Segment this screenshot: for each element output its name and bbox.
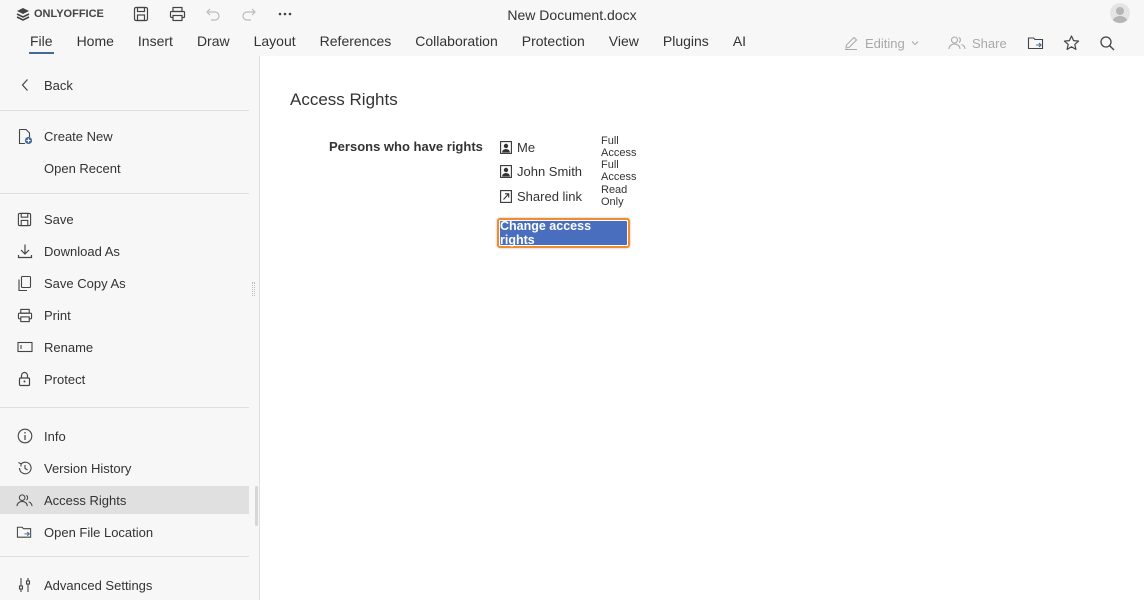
sidebar-item-label: Version History <box>44 460 132 476</box>
editing-mode-button[interactable]: Editing <box>843 32 919 54</box>
app-logo: ONLYOFFICE <box>16 6 104 22</box>
lock-icon <box>16 371 33 388</box>
sidebar-item-label: Rename <box>44 339 94 355</box>
sidebar-divider <box>0 193 249 194</box>
sidebar-scrollbar[interactable] <box>255 486 258 526</box>
persons-label: Persons who have rights <box>329 139 483 154</box>
change-access-rights-label: Change access rights <box>500 219 627 247</box>
chevron-down-icon <box>911 41 919 46</box>
tab-protection[interactable]: Protection <box>510 32 597 54</box>
print-icon <box>16 307 33 324</box>
menu-tabs: File Home Insert Draw Layout References … <box>18 32 758 54</box>
tab-insert[interactable]: Insert <box>126 32 185 54</box>
editing-label: Editing <box>865 35 905 51</box>
sidebar-divider <box>0 556 249 557</box>
sliders-icon <box>16 577 33 594</box>
rights-person-name: Me <box>517 139 536 155</box>
rights-person-name: Shared link <box>517 188 583 204</box>
sidebar-item-save[interactable]: Save <box>0 205 249 233</box>
onlyoffice-logo-icon <box>16 8 30 21</box>
more-icon[interactable] <box>274 3 296 25</box>
page-title: Access Rights <box>290 90 398 109</box>
sidebar-item-advanced-settings[interactable]: Advanced Settings <box>0 571 249 599</box>
sidebar-item-create-new[interactable]: Create New <box>0 122 249 150</box>
redo-icon[interactable] <box>238 3 260 25</box>
folder-open-icon <box>16 524 33 541</box>
sidebar-item-label: Open File Location <box>44 524 154 540</box>
sidebar-item-label: Save <box>44 211 74 227</box>
sidebar-item-access-rights[interactable]: Access Rights <box>0 486 249 514</box>
app-header: ONLYOFFICE New Document.docx File Home I… <box>0 0 1144 56</box>
sidebar-divider <box>0 110 249 111</box>
save-icon <box>16 211 33 228</box>
save-icon[interactable] <box>130 3 152 25</box>
history-icon <box>16 460 33 477</box>
sidebar-item-label: Advanced Settings <box>44 577 153 593</box>
open-location-icon[interactable] <box>1027 32 1045 54</box>
sidebar-resize-handle[interactable] <box>252 282 255 296</box>
pencil-icon <box>845 36 858 50</box>
sidebar-item-label: Info <box>44 428 66 444</box>
sidebar-item-label: Back <box>44 77 73 93</box>
rights-access-level: Full Access <box>601 135 637 159</box>
sidebar-item-download-as[interactable]: Download As <box>0 237 249 265</box>
tab-references[interactable]: References <box>308 32 404 54</box>
chevron-left-icon <box>16 77 33 94</box>
sidebar-item-label: Download As <box>44 243 120 259</box>
sidebar-item-open-recent[interactable]: Open Recent <box>0 154 249 182</box>
sidebar-item-print[interactable]: Print <box>0 301 249 329</box>
rename-icon <box>16 339 33 356</box>
rights-row: John Smith Full Access <box>500 159 636 183</box>
undo-icon[interactable] <box>202 3 224 25</box>
change-access-rights-button[interactable]: Change access rights <box>497 218 630 248</box>
rights-access-level: Full Access <box>601 159 637 183</box>
user-icon <box>500 140 512 154</box>
share-button[interactable]: Share <box>948 32 1007 54</box>
tab-plugins[interactable]: Plugins <box>651 32 721 54</box>
share-label: Share <box>972 35 1007 51</box>
rights-access-level: Read Only <box>601 184 628 208</box>
sidebar-item-label: Create New <box>44 128 113 144</box>
favorite-star-icon[interactable] <box>1063 32 1080 54</box>
user-icon <box>500 164 512 178</box>
sidebar-divider <box>0 407 249 408</box>
users-icon <box>16 492 33 509</box>
document-title[interactable]: New Document.docx <box>507 7 636 23</box>
sidebar-item-label: Print <box>44 307 71 323</box>
sidebar-item-rename[interactable]: Rename <box>0 333 249 361</box>
sidebar-item-label: Protect <box>44 371 86 387</box>
rights-row: Shared link Read Only <box>500 184 627 208</box>
sidebar-item-protect[interactable]: Protect <box>0 365 249 393</box>
users-icon <box>948 36 966 50</box>
sidebar-item-save-copy-as[interactable]: Save Copy As <box>0 269 249 297</box>
tab-home[interactable]: Home <box>65 32 126 54</box>
tab-layout[interactable]: Layout <box>242 32 308 54</box>
download-icon <box>16 243 33 260</box>
tab-file[interactable]: File <box>18 32 65 54</box>
tab-view[interactable]: View <box>597 32 651 54</box>
copy-icon <box>16 275 33 292</box>
sidebar-item-info[interactable]: Info <box>0 422 249 450</box>
rights-row: Me Full Access <box>500 135 636 159</box>
info-icon <box>16 428 33 445</box>
new-document-icon <box>16 128 33 145</box>
external-link-icon <box>500 189 512 203</box>
tab-ai[interactable]: AI <box>721 32 758 54</box>
sidebar-item-label: Save Copy As <box>44 275 126 291</box>
logo-text: ONLYOFFICE <box>34 8 104 20</box>
file-menu-sidebar: Back Create New Open Recent Save Downloa… <box>0 56 260 600</box>
tab-collaboration[interactable]: Collaboration <box>403 32 510 54</box>
search-icon[interactable] <box>1099 32 1116 54</box>
sidebar-item-version-history[interactable]: Version History <box>0 454 249 482</box>
print-icon[interactable] <box>166 3 188 25</box>
user-avatar[interactable] <box>1110 3 1130 23</box>
sidebar-item-label: Access Rights <box>44 492 127 508</box>
rights-person-name: John Smith <box>517 163 583 179</box>
sidebar-item-label: Open Recent <box>44 160 121 176</box>
sidebar-item-back[interactable]: Back <box>0 71 249 99</box>
sidebar-item-open-file-location[interactable]: Open File Location <box>0 518 249 546</box>
tab-draw[interactable]: Draw <box>185 32 242 54</box>
